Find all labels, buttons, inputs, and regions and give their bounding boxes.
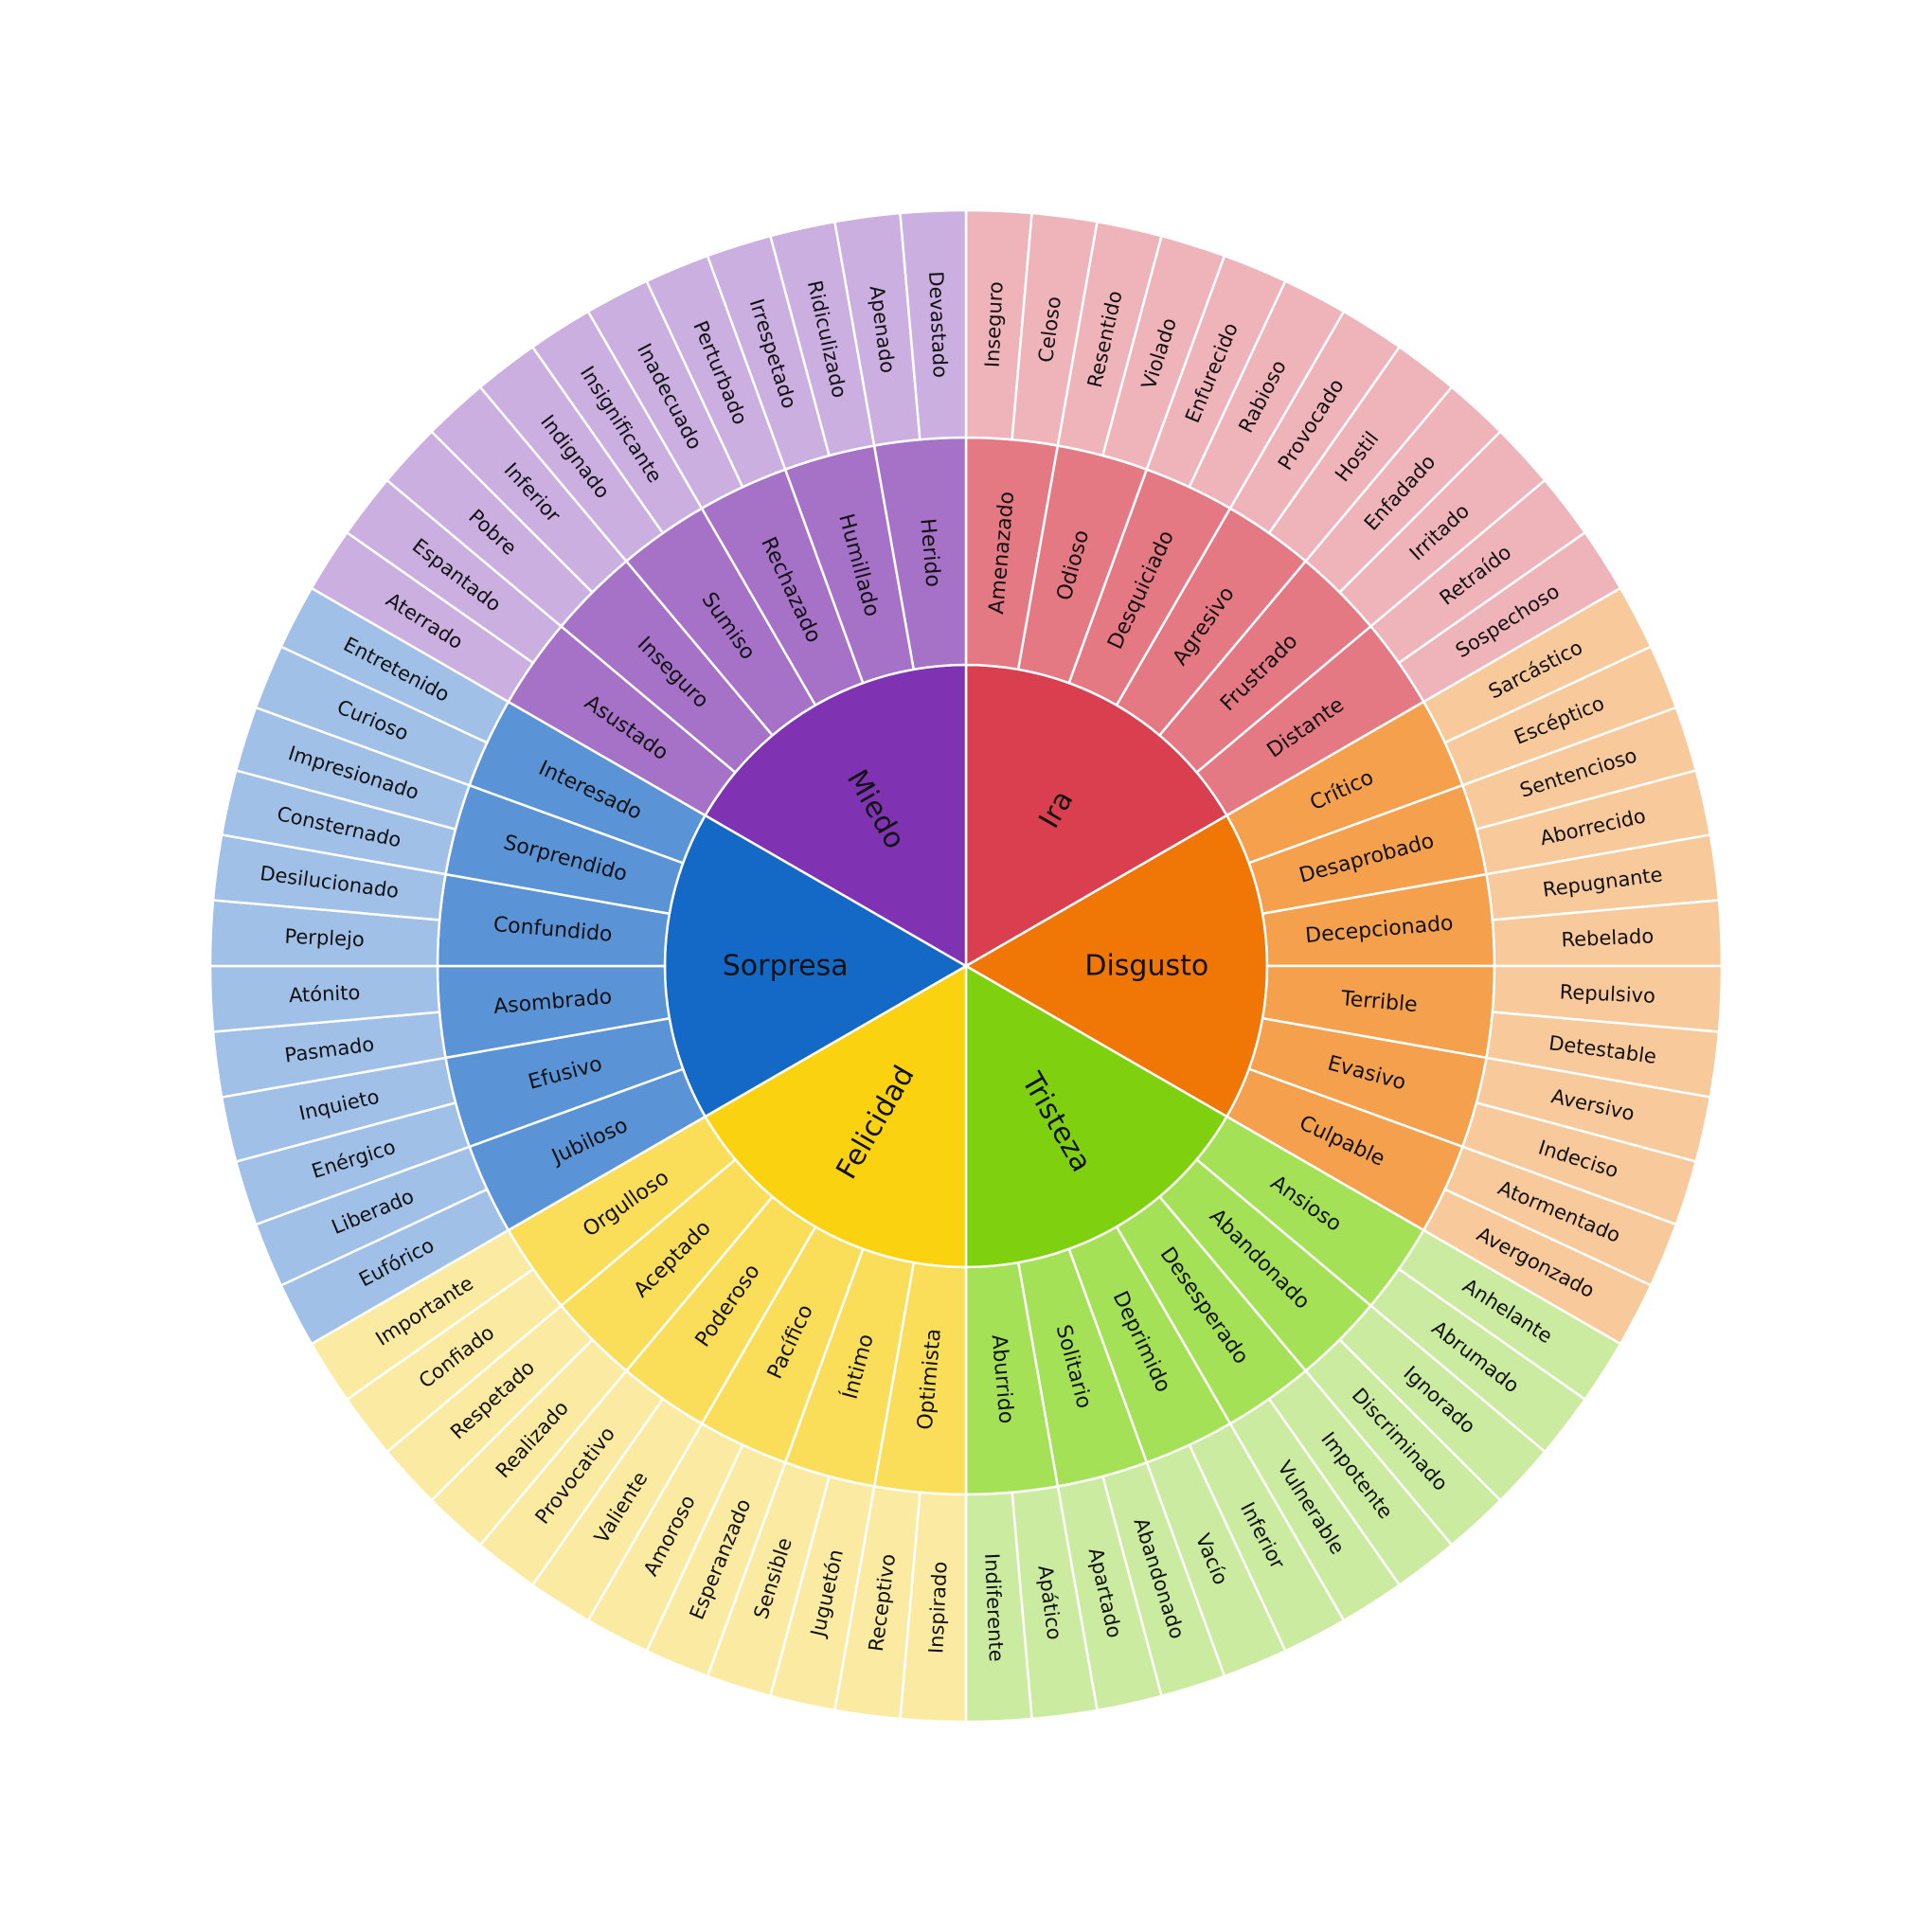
outer-label-rebelado: Rebelado [1561, 924, 1655, 951]
emotion-wheel: IraAmenazadoInseguro CelosoOdiosoResentid… [208, 208, 1724, 1724]
outer-label-inseguro: Inseguro [981, 281, 1008, 368]
outer-label-inspirado: Inspirado [924, 1561, 951, 1654]
outer-label-repulsivo: Repulsivo [1559, 980, 1655, 1007]
outer-label-perplejo: Perplejo [284, 925, 365, 952]
outer-label-atonito: Atónito [289, 981, 361, 1007]
outer-label-devastado: Devastado [924, 271, 952, 379]
outer-label-indiferente: Indiferente [980, 1553, 1008, 1662]
core-label-sorpresa: Sorpresa [723, 950, 849, 983]
core-label-disgusto: Disgusto [1084, 950, 1208, 983]
